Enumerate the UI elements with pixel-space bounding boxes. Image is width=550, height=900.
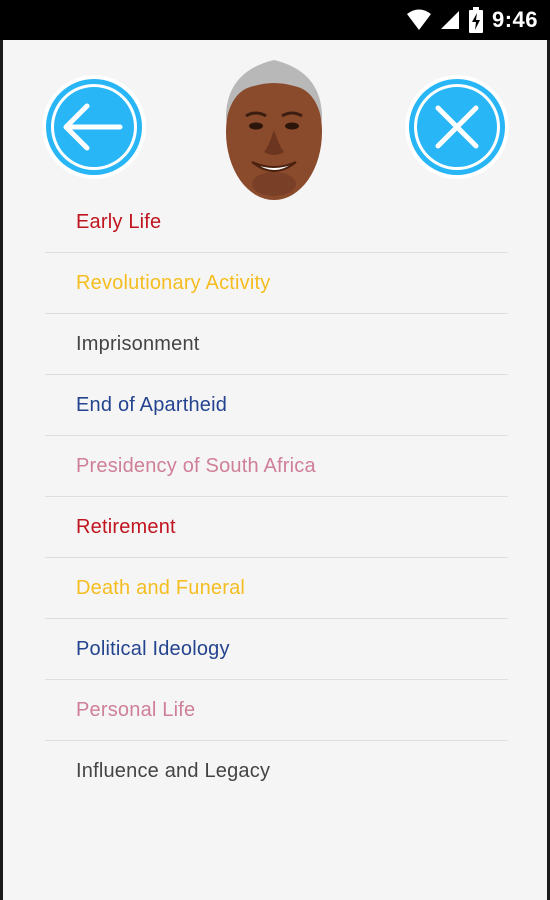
menu-item-label: Influence and Legacy [76,759,271,782]
menu-item-label: Death and Funeral [76,576,246,599]
back-button[interactable] [42,75,146,179]
portrait-image [218,52,330,207]
topic-menu: Early Life Revolutionary Activity Impris… [45,192,508,801]
menu-item-label: Early Life [76,210,162,233]
menu-item-political-ideology[interactable]: Political Ideology [45,619,508,680]
menu-item-label: Retirement [76,515,176,538]
menu-item-end-of-apartheid[interactable]: End of Apartheid [45,375,508,436]
arrow-left-icon [63,103,123,151]
status-icons: 9:46 [406,0,538,40]
menu-item-early-life[interactable]: Early Life [45,192,508,253]
face-illustration [225,60,323,200]
menu-item-label: End of Apartheid [76,393,228,416]
menu-item-presidency[interactable]: Presidency of South Africa [45,436,508,497]
menu-item-personal-life[interactable]: Personal Life [45,680,508,741]
battery-charging-icon [468,7,483,33]
clock-time: 9:46 [491,7,538,32]
close-button[interactable] [405,75,509,179]
menu-item-revolutionary-activity[interactable]: Revolutionary Activity [45,253,508,314]
close-icon [435,105,479,149]
status-bar: 9:46 [0,0,550,40]
menu-item-label: Personal Life [76,698,196,721]
menu-item-retirement[interactable]: Retirement [45,497,508,558]
menu-item-label: Revolutionary Activity [76,271,271,294]
frame-left-edge [0,40,3,900]
wifi-icon [406,9,431,30]
menu-item-label: Political Ideology [76,637,230,660]
menu-item-imprisonment[interactable]: Imprisonment [45,314,508,375]
cell-signal-icon [440,11,459,29]
menu-item-death-and-funeral[interactable]: Death and Funeral [45,558,508,619]
menu-item-influence-and-legacy[interactable]: Influence and Legacy [45,741,508,801]
menu-item-label: Imprisonment [76,332,200,355]
menu-item-label: Presidency of South Africa [76,454,316,477]
